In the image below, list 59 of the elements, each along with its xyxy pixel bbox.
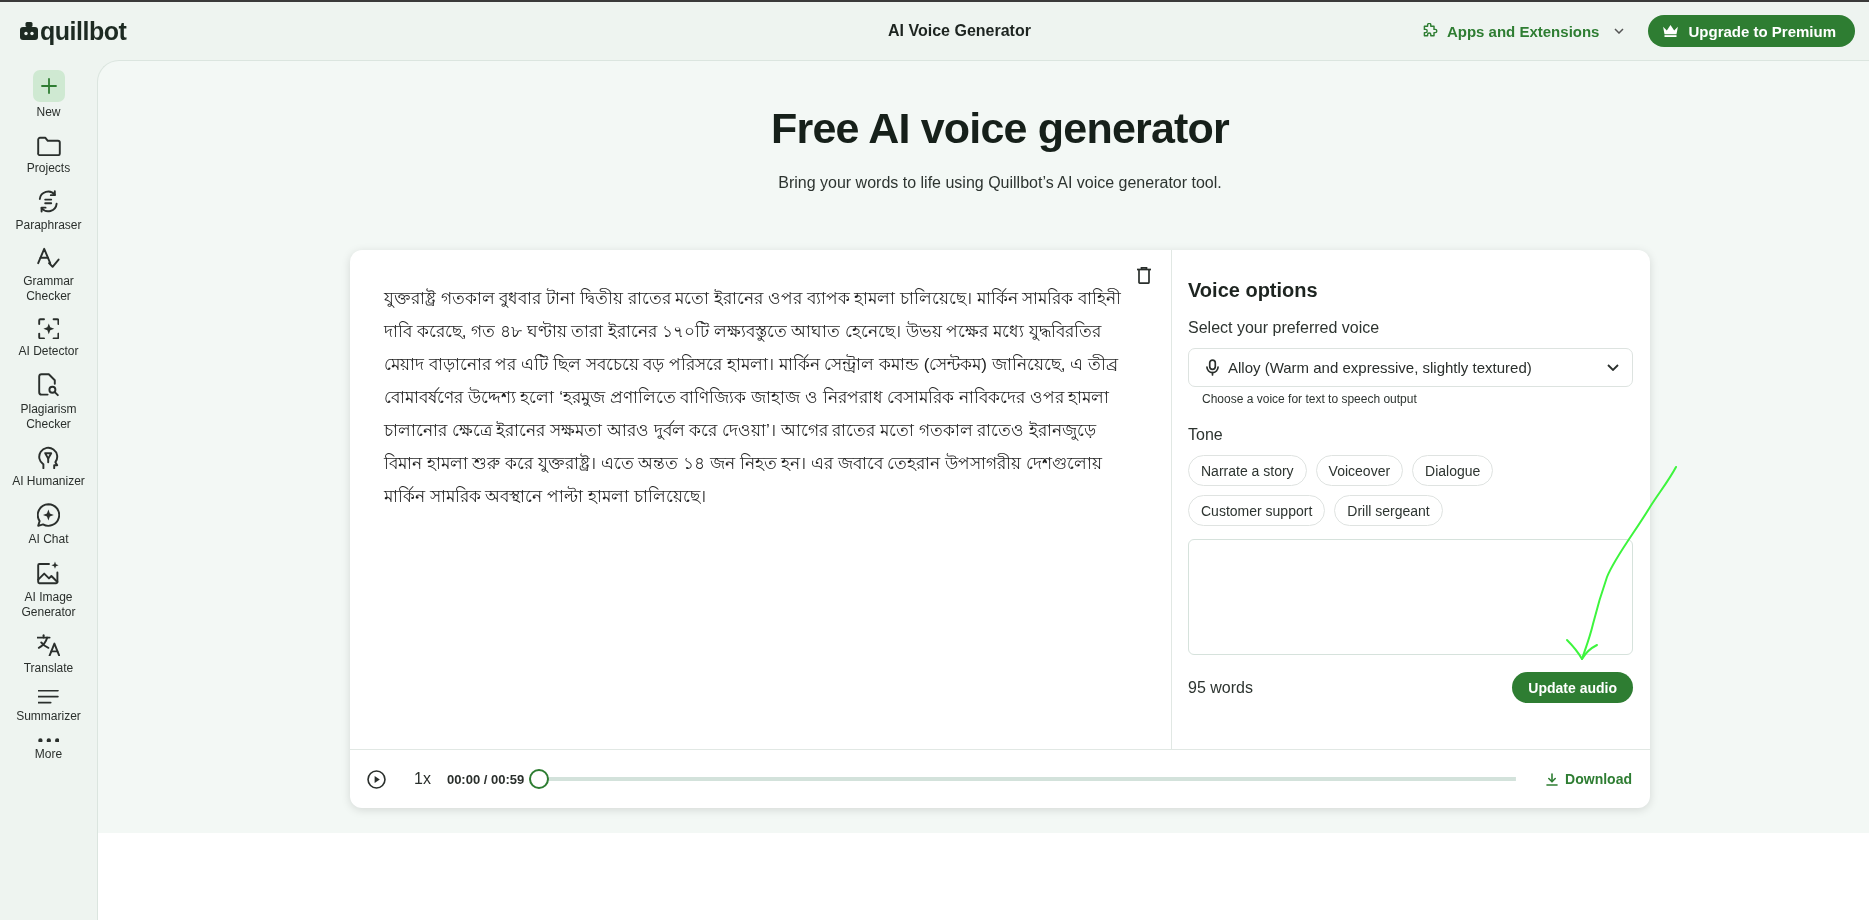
word-count: 95 words — [1188, 678, 1253, 697]
download-button[interactable]: Download — [1546, 771, 1632, 787]
chat-sparkle-icon — [36, 503, 61, 528]
sidebar-item[interactable]: More — [3, 737, 94, 763]
speed-button[interactable]: 1x — [412, 770, 433, 788]
play-icon — [367, 769, 386, 789]
instructions-field[interactable] — [1188, 539, 1633, 655]
sidebar-item[interactable]: AI Humanizer — [3, 445, 94, 490]
voice-select-label: Select your preferred voice — [1188, 318, 1380, 338]
microphone-icon — [1206, 359, 1219, 376]
tone-chip[interactable]: Voiceover — [1315, 455, 1404, 486]
translate-icon — [37, 633, 60, 657]
document-search-icon — [38, 373, 59, 397]
update-audio-button[interactable]: Update audio — [1512, 672, 1633, 703]
slider-thumb[interactable] — [529, 769, 550, 789]
trash-icon — [1137, 267, 1151, 284]
text-lines-icon — [38, 690, 59, 704]
tone-chip[interactable]: Drill sergeant — [1334, 495, 1443, 526]
playback-time: 00:00 / 00:59 — [446, 771, 525, 787]
page-title: AI Voice Generator — [887, 22, 1031, 40]
image-sparkle-icon — [37, 561, 60, 585]
crown-icon — [1663, 25, 1679, 37]
plus-icon — [32, 70, 65, 102]
logo-text[interactable]: quillbot — [40, 17, 127, 45]
sidebar-item[interactable]: Summarizer — [3, 690, 94, 724]
letter-check-icon — [37, 247, 60, 269]
sidebar-item[interactable]: AI Image Generator — [3, 561, 94, 620]
sidebar-item[interactable]: New — [3, 70, 94, 120]
sidebar-item[interactable]: Projects — [3, 136, 94, 177]
sidebar-item[interactable]: Paraphraser — [3, 190, 94, 234]
delete-button[interactable] — [1137, 267, 1151, 284]
chevron-down-icon — [1614, 28, 1625, 34]
puzzle-icon — [1421, 23, 1438, 39]
sidebar-item[interactable]: Grammar Checker — [3, 247, 94, 304]
tone-label: Tone — [1188, 425, 1223, 445]
hero-subtitle: Bring your words to life using Quillbot’s AI voice generator tool. — [778, 173, 1222, 193]
text-editor-field[interactable]: যুক্তরাষ্ট্র গতকাল বুধবার টানা দ্বিতীয় রাতের মতো ইরানের ওপর ব্যাপক হামলা চালিয়েছে। মার্কিন সামরিক বাহিনী দাবি করেছে, গত ৪৮ ঘণ্টায় তারা ইরানের ১৭০টি লক্ষ্যবস্তুতে আঘাত হেনেছে। উভয় পক্ষের মধ্যে যুদ্ধবিরতির মেয়াদ বাড়ানোর পর এটি ছিল সবচেয়ে বড় পরিসরে হামলা। মার্কিন সেন্ট্রাল কমান্ড (সেন্টকম) জানিয়েছে, এ তীব্র বোমাবর্ষণের উদ্দেশ্য হলো ‘হরমুজ প্রণালিতে বাণিজ্যিক জাহাজ ও নিরপরাধ বেসামরিক নাবিকদের ওপর হামলা চালানোর ক্ষেত্রে ইরানের সক্ষমতা আরও দুর্বল করে দেওয়া’। আগের রাতের মতো গতকাল রাতেও ইরানজুড়ে বিমান হামলা শুরু করে যুক্তরাষ্ট্র। এতে অন্তত ১৪ জন নিহত হন। এর জবাবে তেহরান উপসাগরীয় দেশগুলোয় মার্কিন সামরিক অবস্থানে পাল্টা হামলা চালিয়েছে। — [350, 250, 1137, 749]
tone-chip[interactable]: Customer support — [1188, 495, 1326, 526]
tone-chip[interactable]: Narrate a story — [1188, 455, 1307, 486]
ellipsis-icon — [37, 737, 60, 743]
sidebar-item[interactable]: AI Detector — [3, 317, 94, 360]
voice-dropdown[interactable]: Alloy (Warm and expressive, slightly textured) — [1188, 348, 1633, 387]
sidebar-item[interactable]: AI Chat — [3, 503, 94, 548]
hero-title: Free AI voice generator — [771, 103, 1229, 154]
download-icon — [1546, 772, 1559, 786]
sidebar-item[interactable]: Translate — [3, 633, 94, 677]
chevron-down-icon — [1607, 364, 1619, 371]
circular-arrows-icon — [38, 190, 59, 214]
sparkle-frame-icon — [37, 317, 60, 340]
voice-helper-text: Choose a voice for text to speech output — [1202, 391, 1417, 407]
robot-icon — [20, 22, 38, 40]
sidebar-item[interactable]: Plagiarism Checker — [3, 373, 94, 432]
play-button[interactable] — [367, 769, 386, 789]
head-icon — [38, 445, 59, 470]
tone-chip[interactable]: Dialogue — [1412, 455, 1494, 486]
voice-options-title: Voice options — [1188, 278, 1318, 303]
apps-menu-button[interactable]: Apps and Extensions — [1415, 18, 1631, 44]
upgrade-button[interactable]: Upgrade to Premium — [1648, 15, 1855, 47]
folder-icon — [36, 136, 61, 157]
